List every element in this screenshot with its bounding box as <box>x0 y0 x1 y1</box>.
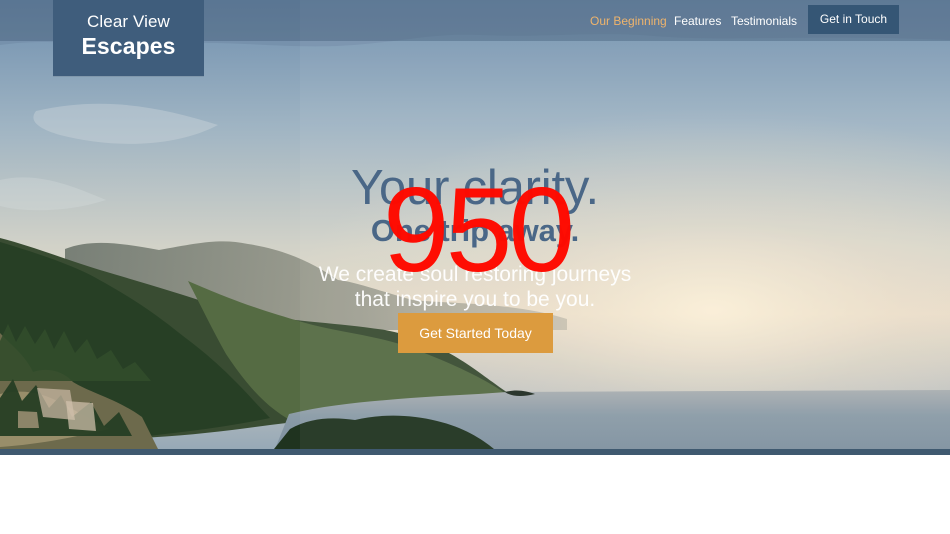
nav-link-testimonials[interactable]: Testimonials <box>731 0 797 41</box>
hero-section: Clear View Escapes Our Beginning Feature… <box>0 0 950 449</box>
hero-headline: Your clarity. <box>351 160 599 215</box>
nav-link-our-beginning[interactable]: Our Beginning <box>590 0 667 41</box>
hero-bottom-divider <box>0 449 950 455</box>
get-in-touch-button[interactable]: Get in Touch <box>808 5 899 34</box>
hero-description-line-2: that inspire you to be you. <box>354 288 596 311</box>
hero-subheadline: One trip away. <box>370 212 580 248</box>
brand-name-line-1: Clear View <box>87 12 170 31</box>
hero-description-line-1: We create soul restoring journeys <box>318 263 632 286</box>
brand-logo[interactable]: Clear View Escapes <box>53 0 204 76</box>
get-started-today-button[interactable]: Get Started Today <box>398 313 553 353</box>
hero-description: We create soul restoring journeys that i… <box>0 262 950 312</box>
landing-page: Clear View Escapes Our Beginning Feature… <box>0 0 950 534</box>
brand-name-line-2: Escapes <box>81 33 176 59</box>
nav-link-features[interactable]: Features <box>674 0 721 41</box>
